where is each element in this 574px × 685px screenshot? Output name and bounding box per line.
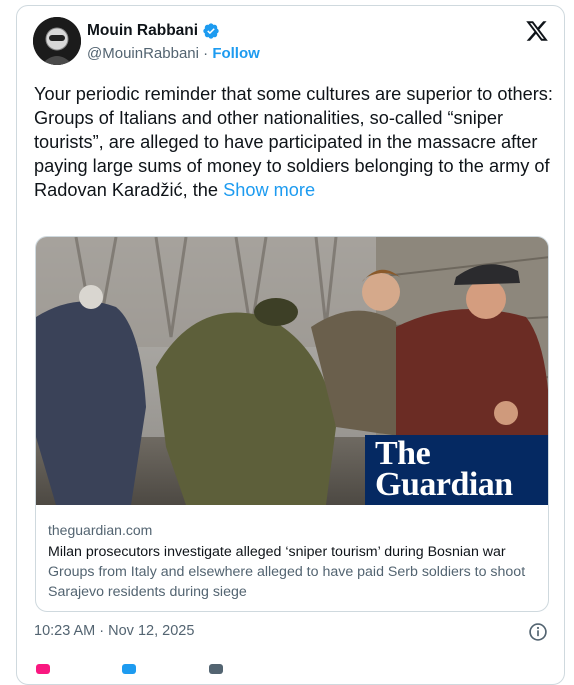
- follow-button[interactable]: Follow: [212, 45, 260, 62]
- author-name-row: Mouin Rabbani: [87, 22, 220, 40]
- tweet-text: Your periodic reminder that some culture…: [34, 82, 554, 202]
- guardian-logo-line1: The: [375, 435, 431, 472]
- link-domain[interactable]: theguardian.com: [48, 520, 542, 540]
- avatar-image: [33, 17, 81, 65]
- tweet-text-line1: Your periodic reminder that some culture…: [34, 84, 553, 104]
- link-preview-card[interactable]: The Guardian theguardian.com Milan prose…: [35, 236, 549, 612]
- tweet-timestamp[interactable]: 10:23 AM · Nov 12, 2025: [34, 623, 194, 639]
- verified-badge-icon: [203, 23, 219, 39]
- link-description: Groups from Italy and elsewhere alleged …: [48, 564, 526, 600]
- show-more-link[interactable]: Show more: [223, 180, 315, 200]
- link-card-meta: theguardian.com Milan prosecutors invest…: [48, 520, 542, 602]
- info-icon[interactable]: [528, 622, 548, 642]
- author-name[interactable]: Mouin Rabbani: [87, 22, 198, 40]
- author-handle[interactable]: @MouinRabbani: [87, 45, 199, 62]
- x-logo-icon[interactable]: [525, 19, 549, 43]
- separator-dot: ·: [203, 45, 209, 62]
- guardian-logo: The Guardian: [365, 435, 548, 505]
- link-headline[interactable]: Milan prosecutors investigate alleged ‘s…: [48, 542, 542, 562]
- tweet-card: Mouin Rabbani @MouinRabbani · Follow You…: [16, 5, 565, 685]
- author-handle-row: @MouinRabbani · Follow: [87, 45, 260, 62]
- guardian-logo-line2: Guardian: [375, 466, 513, 503]
- avatar[interactable]: [33, 17, 81, 65]
- article-photo[interactable]: The Guardian: [36, 237, 548, 505]
